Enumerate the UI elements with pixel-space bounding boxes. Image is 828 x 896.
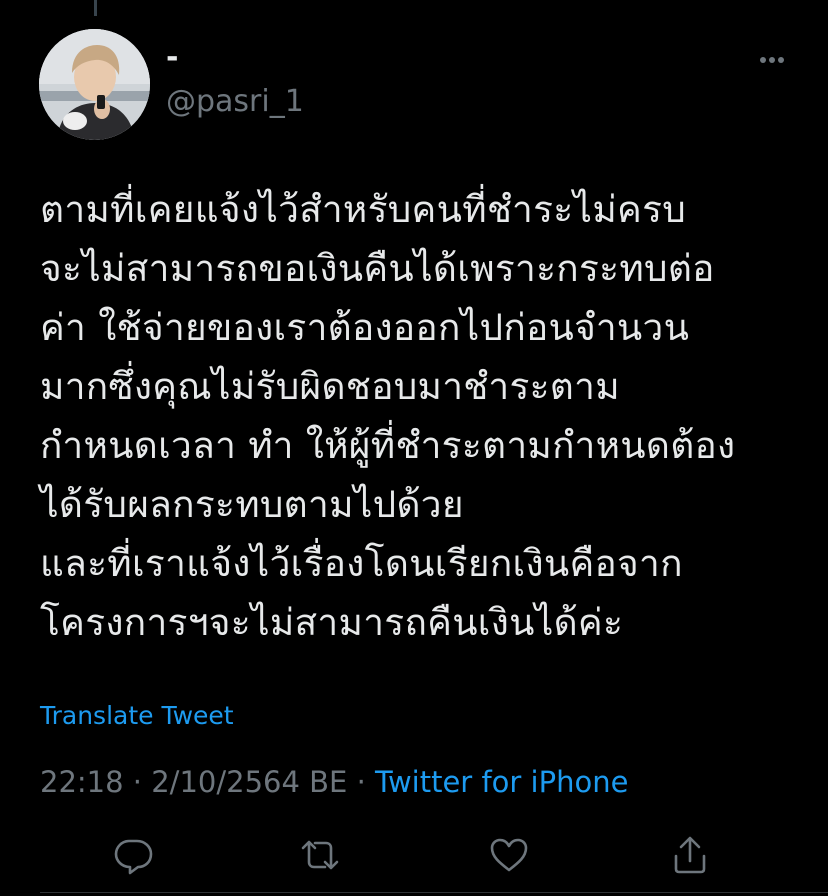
author-handle[interactable]: @pasri_1 — [166, 82, 304, 122]
author-display-name[interactable]: - — [166, 38, 178, 78]
avatar-photo — [39, 29, 150, 140]
thread-connector-line — [94, 0, 97, 16]
tweet-metadata: 22:18 · 2/10/2564 BE · Twitter for iPhon… — [40, 760, 628, 804]
tweet-text-line: ได้รับผลกระทบตามไปด้วย — [40, 483, 464, 526]
tweet-date: 2/10/2564 BE — [151, 765, 348, 799]
tweet-text-line: ตามที่เคยแจ้งไว้สำหรับคนที่ชำระไม่ครบ — [40, 188, 687, 231]
reply-icon — [114, 839, 153, 875]
tweet-text: ตามที่เคยแจ้งไว้สำหรับคนที่ชำระไม่ครบ จะ… — [40, 180, 810, 652]
share-button[interactable] — [667, 832, 713, 878]
tweet-text-line: โครงการฯจะไม่สามารถคืนเงินได้ค่ะ — [40, 601, 624, 644]
tweet-source-link[interactable]: Twitter for iPhone — [375, 765, 628, 799]
share-icon — [674, 836, 706, 874]
like-button[interactable] — [486, 832, 532, 878]
tweet-text-line: ค่า ใช้จ่ายของเราต้องออกไปก่อนจำนวน — [40, 306, 690, 349]
reply-button[interactable] — [110, 832, 156, 878]
tweet-text-line: และที่เราแจ้งไว้เรื่องโดนเรียกเงินคือจาก — [40, 542, 683, 585]
heart-icon — [490, 838, 528, 872]
meta-separator: · — [347, 765, 376, 799]
tweet-text-line: มากซึ่งคุณไม่รับผิดชอบมาชำระตาม — [40, 365, 620, 408]
more-options-icon[interactable] — [752, 45, 792, 75]
meta-separator: · — [123, 765, 152, 799]
tweet-action-bar — [0, 830, 828, 880]
translate-tweet-link[interactable]: Translate Tweet — [40, 697, 234, 735]
tweet-text-line: กำหนดเวลา ทำ ให้ผู้ที่ชำระตามกำหนดต้อง — [40, 424, 736, 467]
retweet-button[interactable] — [297, 832, 343, 878]
retweet-icon — [301, 840, 339, 870]
avatar[interactable] — [39, 29, 150, 140]
divider — [40, 892, 828, 893]
tweet-time: 22:18 — [40, 765, 124, 799]
tweet-text-line: จะไม่สามารถขอเงินคืนได้เพราะกระทบต่อ — [40, 247, 715, 290]
